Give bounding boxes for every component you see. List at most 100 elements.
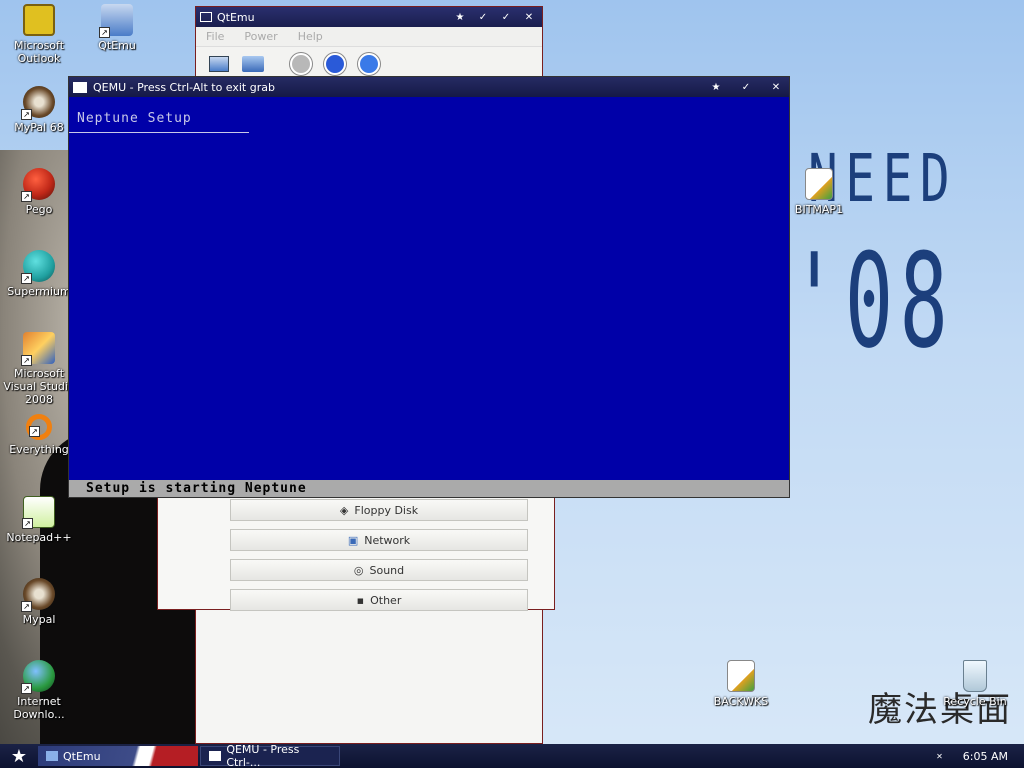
qemu-titlebar[interactable]: QEMU - Press Ctrl-Alt to exit grab ★ ✓ ✕ [69,77,789,97]
speaker-icon: ◎ [353,563,364,577]
shortcut-arrow-icon: ↗ [21,601,32,612]
desktop-icon-label: Notepad++ [6,531,72,544]
taskbar-item-qemu[interactable]: QEMU - Press Ctrl-... [200,743,340,768]
desktop-icon-outlook[interactable]: Microsoft Outlook [2,4,76,65]
desktop-icon-label: Supermium [7,285,71,298]
desktop-icon-visual-studio[interactable]: ↗ Microsoft Visual Studio 2008 [2,332,76,406]
maximize-button[interactable]: ✓ [737,82,755,93]
start-button[interactable] [288,51,314,77]
globe-download-icon: ↗ [21,660,55,694]
qtemu-titlebar[interactable]: QtEmu ★ ✓ ✓ ✕ [196,7,542,27]
wallpaper-text-year: '08 [790,225,955,377]
folder-icon [242,55,264,72]
qemu-window[interactable]: QEMU - Press Ctrl-Alt to exit grab ★ ✓ ✕… [68,76,790,498]
desktop-icon-label: QtEmu [98,39,136,52]
desktop-icon-qtemu[interactable]: ↗ QtEmu [80,4,154,52]
monitor-icon: ↗ [99,4,133,38]
shortcut-arrow-icon: ↗ [21,273,32,284]
minimize-button[interactable]: ✓ [474,12,492,23]
taskbar-item-qtemu[interactable]: QtEmu [38,746,198,766]
desktop-icon-mypal68[interactable]: ↗ MyPal 68 [2,86,76,134]
taskbar-item-label: QtEmu [63,749,101,763]
close-button[interactable]: ✕ [520,12,538,23]
desktop-icon-everything[interactable]: ↗ Everything [2,414,76,456]
desktop-icon-mypal[interactable]: ↗ Mypal [2,578,76,626]
window-icon [209,751,222,761]
desktop-icon-label: MyPal 68 [14,121,64,134]
close-button[interactable]: ✕ [767,82,785,93]
floppy-disk-label: Floppy Disk [354,503,419,517]
search-ring-icon: ↗ [26,414,52,440]
notepad-icon: ↗ [22,496,55,529]
maximize-button[interactable]: ✓ [497,12,515,23]
window-icon [200,12,212,22]
system-tray: ✕ 6:05 AM [936,750,1024,763]
floppy-disk-button[interactable]: ◈ Floppy Disk [230,499,528,521]
heading-underline [69,132,249,133]
setup-status-bar: Setup is starting Neptune [69,480,789,497]
tray-arrow-icon[interactable]: ✕ [936,752,943,761]
network-icon: ▣ [347,533,359,547]
vm-display[interactable]: Neptune Setup Setup is starting Neptune [69,97,789,497]
menu-file[interactable]: File [206,30,224,43]
clock[interactable]: 6:05 AM [963,750,1008,763]
raccoon-icon: ↗ [21,578,55,612]
shortcut-arrow-icon: ↗ [21,355,32,366]
desktop-icon-notepadpp[interactable]: ↗ Notepad++ [2,496,76,544]
star-icon[interactable]: ★ [707,82,725,93]
red-ball-icon: ↗ [21,168,55,202]
desktop-icon-label: Pego [25,203,53,216]
desktop-icon-recycle-bin[interactable]: Recycle Bin [938,660,1012,708]
desktop-icon-idm[interactable]: ↗ Internet Downlo... [2,660,76,721]
open-machine-button[interactable] [240,51,266,77]
shortcut-arrow-icon: ↗ [21,683,32,694]
shortcut-arrow-icon: ↗ [22,518,33,529]
taskbar: ★ QtEmu QEMU - Press Ctrl-... ✕ 6:05 AM [0,743,1024,768]
play-icon [290,52,312,75]
shortcut-arrow-icon: ↗ [21,191,32,202]
restart-icon [358,52,380,75]
network-label: Network [364,533,411,547]
desktop-icon-label: Internet Downlo... [13,695,65,721]
recycle-bin-icon [963,660,987,692]
chip-icon: ▪ [356,593,365,607]
desktop-icon-pego[interactable]: ↗ Pego [2,168,76,216]
browser-icon: ↗ [21,250,55,284]
qtemu-menubar: File Power Help [196,27,542,47]
other-label: Other [370,593,402,607]
window-icon [73,81,87,93]
monitor-icon [209,55,229,72]
visual-studio-icon: ↗ [21,332,55,366]
raccoon-icon: ↗ [21,86,55,120]
start-button[interactable]: ★ [0,744,38,768]
star-icon[interactable]: ★ [451,12,469,23]
shortcut-arrow-icon: ↗ [21,109,32,120]
sound-button[interactable]: ◎ Sound [230,559,528,581]
floppy-icon: ◈ [339,503,349,517]
desktop-icon-supermium[interactable]: ↗ Supermium [2,250,76,298]
desktop-icon-label: Microsoft Outlook [13,39,65,65]
desktop-icon-label: Microsoft Visual Studio 2008 [3,367,75,406]
desktop-icon-backwks[interactable]: BACKWKS [704,660,778,708]
network-button[interactable]: ▣ Network [230,529,528,551]
paint-file-icon [727,660,755,692]
other-button[interactable]: ▪ Other [230,589,528,611]
taskbar-item-label: QEMU - Press Ctrl-... [226,743,300,768]
qemu-title: QEMU - Press Ctrl-Alt to exit grab [93,80,275,94]
new-machine-button[interactable] [206,51,232,77]
desktop-icon-label: Recycle Bin [943,695,1007,708]
desktop-icon-label: BITMAP1 [794,203,844,216]
menu-help[interactable]: Help [298,30,323,43]
desktop-icon-bitmap1[interactable]: BITMAP1 [782,168,856,216]
shortcut-arrow-icon: ↗ [99,27,110,38]
monitor-icon [46,751,58,761]
desktop-icon-label: Mypal [22,613,56,626]
paint-file-icon [805,168,833,200]
setup-heading: Neptune Setup [77,111,192,126]
qtemu-title: QtEmu [217,10,255,24]
shortcut-arrow-icon: ↗ [29,426,40,437]
restart-button[interactable] [356,51,382,77]
stop-icon [324,52,346,75]
menu-power[interactable]: Power [244,30,277,43]
stop-button[interactable] [322,51,348,77]
